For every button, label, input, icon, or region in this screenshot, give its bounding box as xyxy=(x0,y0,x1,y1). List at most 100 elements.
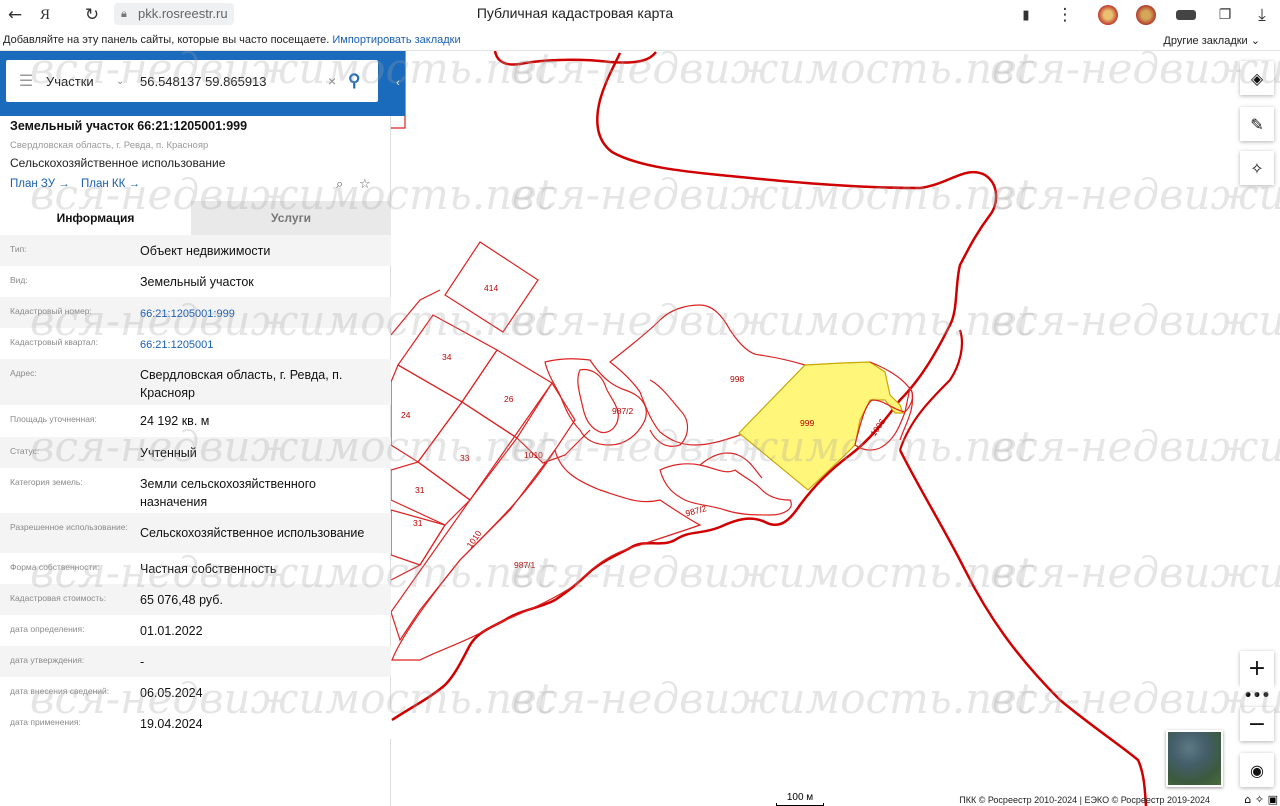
map-layer: 414 34 26 24 33 1010 31 31 1010 987/1 98… xyxy=(391,51,1148,806)
plot-label: 987/2 xyxy=(612,406,634,416)
plot-label: 1010 xyxy=(524,450,543,460)
cadastral-map[interactable]: 414 34 26 24 33 1010 31 31 1010 987/1 98… xyxy=(391,51,1280,806)
search-input[interactable]: 56.548137 59.865913 xyxy=(140,74,328,89)
extension-icon[interactable] xyxy=(1176,10,1196,20)
table-row: дата утверждения: - xyxy=(0,646,391,677)
row-value: Земли сельскохозяйственного назначения xyxy=(140,477,316,509)
footer-icons: ⌂ ✧ ▣ xyxy=(1244,793,1278,806)
plot-label: 987/2 xyxy=(684,503,707,518)
table-row: Кадастровая стоимость: 65 076,48 руб. xyxy=(0,584,391,615)
extension-icon[interactable] xyxy=(1136,5,1156,25)
table-row: Форма собственности: Частная собственнос… xyxy=(0,553,391,584)
plot-label: 33 xyxy=(460,453,470,463)
row-value: Земельный участок xyxy=(140,275,254,289)
collections-icon[interactable]: ❐ xyxy=(1213,3,1237,27)
row-key: дата применения: xyxy=(10,717,81,727)
collapse-panel-icon[interactable]: ‹ xyxy=(391,73,405,93)
home-icon[interactable]: ⌂ xyxy=(1244,793,1251,806)
plot-33[interactable] xyxy=(417,401,518,501)
table-row: дата применения: 19.04.2024 xyxy=(0,708,391,739)
row-key: Тип: xyxy=(10,244,27,254)
row-value: 65 076,48 руб. xyxy=(140,593,223,607)
other-bookmarks-button[interactable]: Другие закладки ⌄ xyxy=(1163,34,1260,47)
table-row: Разрешенное использование: Сельскохозяйс… xyxy=(0,513,391,553)
row-key: Разрешенное использование: xyxy=(10,522,128,532)
row-key: дата утверждения: xyxy=(10,655,85,665)
row-key: Статус: xyxy=(10,446,40,456)
zoom-out-button[interactable]: − xyxy=(1240,707,1274,741)
bookmark-icon[interactable]: ▮ xyxy=(1014,3,1038,27)
plot-label: 999 xyxy=(800,418,814,428)
zoom-to-object-icon[interactable]: ⌕ xyxy=(336,177,343,192)
chevron-down-icon[interactable]: ⌄ xyxy=(116,76,140,87)
row-key: Вид: xyxy=(10,275,28,285)
map-attribution: ПКК © Росреестр 2010-2024 | ЕЭКО © Росре… xyxy=(959,795,1210,805)
menu-dots-icon[interactable]: ⋮ xyxy=(1053,3,1077,27)
compass-icon[interactable]: ◉ xyxy=(1240,753,1274,787)
tab-information[interactable]: Информация xyxy=(0,201,191,235)
row-value: Объект недвижимости xyxy=(140,244,271,258)
zoom-in-button[interactable]: + xyxy=(1240,651,1274,685)
row-key: Форма собственности: xyxy=(10,562,100,572)
row-value: 24 192 кв. м xyxy=(140,414,210,428)
scale-label: 100 м xyxy=(786,792,814,803)
object-use: Сельскохозяйственное использование xyxy=(10,156,226,170)
table-row: дата определения: 01.01.2022 xyxy=(0,615,391,646)
crosshair-icon[interactable]: ✧ xyxy=(1240,151,1274,185)
bookmarks-hint: Добавляйте на эту панель сайты, которые … xyxy=(3,34,330,46)
info-panel: ☰ Участки ⌄ 56.548137 59.865913 × ⚲ ‹ Зе… xyxy=(0,51,405,806)
search-header: ☰ Участки ⌄ 56.548137 59.865913 × ⚲ ‹ xyxy=(0,51,405,116)
download-icon[interactable]: ⤓ xyxy=(1250,3,1274,27)
plan-kk-link[interactable]: План КК → xyxy=(81,178,140,190)
import-bookmarks-link[interactable]: Импортировать закладки xyxy=(332,34,460,46)
cadastral-number-link[interactable]: 66:21:1205001:999 xyxy=(140,305,385,323)
table-row: Адрес: Свердловская область, г. Ревда, п… xyxy=(0,359,391,405)
plot-31[interactable] xyxy=(391,461,471,526)
cadastral-quarter-link[interactable]: 66:21:1205001 xyxy=(140,336,385,354)
other-bookmarks-label: Другие закладки xyxy=(1163,35,1248,47)
plot-label: 31 xyxy=(413,518,423,528)
plot-label: 31 xyxy=(415,485,425,495)
page-title: Публичная кадастровая карта xyxy=(476,5,674,21)
object-address: Свердловская область, г. Ревда, п. Красн… xyxy=(10,140,209,151)
fullscreen-icon[interactable]: ▣ xyxy=(1268,793,1278,806)
plan-zu-link[interactable]: План ЗУ → xyxy=(10,178,70,190)
locate-icon[interactable]: ✧ xyxy=(1255,793,1264,806)
row-key: Адрес: xyxy=(10,368,37,378)
ruler-icon[interactable]: ✎ xyxy=(1240,107,1274,141)
plot-987-2a[interactable] xyxy=(544,358,647,446)
row-key: Категория земель: xyxy=(10,477,83,487)
row-value: 06.05.2024 xyxy=(140,686,203,700)
row-value: Сельскохозяйственное использование xyxy=(140,526,365,540)
hamburger-icon[interactable]: ☰ xyxy=(6,71,46,91)
table-row: Тип: Объект недвижимости xyxy=(0,235,391,266)
table-row: дата внесения сведений: 06.05.2024 xyxy=(0,677,391,708)
search-type-select[interactable]: Участки xyxy=(46,74,116,89)
table-row: Вид: Земельный участок xyxy=(0,266,391,297)
plot-label: 26 xyxy=(504,394,514,404)
search-bar[interactable]: ☰ Участки ⌄ 56.548137 59.865913 × ⚲ xyxy=(6,60,378,102)
satellite-minimap[interactable] xyxy=(1166,730,1223,787)
search-icon[interactable]: ⚲ xyxy=(348,71,378,91)
row-value: - xyxy=(140,655,145,669)
clear-icon[interactable]: × xyxy=(328,73,348,89)
chevron-down-icon: ⌄ xyxy=(1250,35,1260,47)
plot-label: 34 xyxy=(442,352,452,362)
row-value: 01.01.2022 xyxy=(140,624,203,638)
extension-icon[interactable] xyxy=(1098,5,1118,25)
table-row: Площадь уточненная: 24 192 кв. м xyxy=(0,405,391,437)
layers-icon[interactable]: ◈ xyxy=(1240,61,1274,95)
district-boundary xyxy=(898,449,1148,806)
info-table: Тип: Объект недвижимости Вид: Земельный … xyxy=(0,235,391,739)
row-key: Кадастровый квартал: xyxy=(10,337,98,347)
row-value: Частная собственность xyxy=(140,562,277,576)
plot-987-1[interactable] xyxy=(391,448,702,661)
bookmarks-bar: Добавляйте на эту панель сайты, которые … xyxy=(0,30,1280,51)
plot-label: 414 xyxy=(484,283,498,293)
star-icon[interactable]: ☆ xyxy=(359,177,371,192)
row-key: дата определения: xyxy=(10,624,85,634)
plot-987-2b[interactable] xyxy=(659,463,792,516)
tab-services[interactable]: Услуги xyxy=(191,201,391,235)
plot-label: 24 xyxy=(401,410,411,420)
tabs: Информация Услуги xyxy=(0,201,391,235)
